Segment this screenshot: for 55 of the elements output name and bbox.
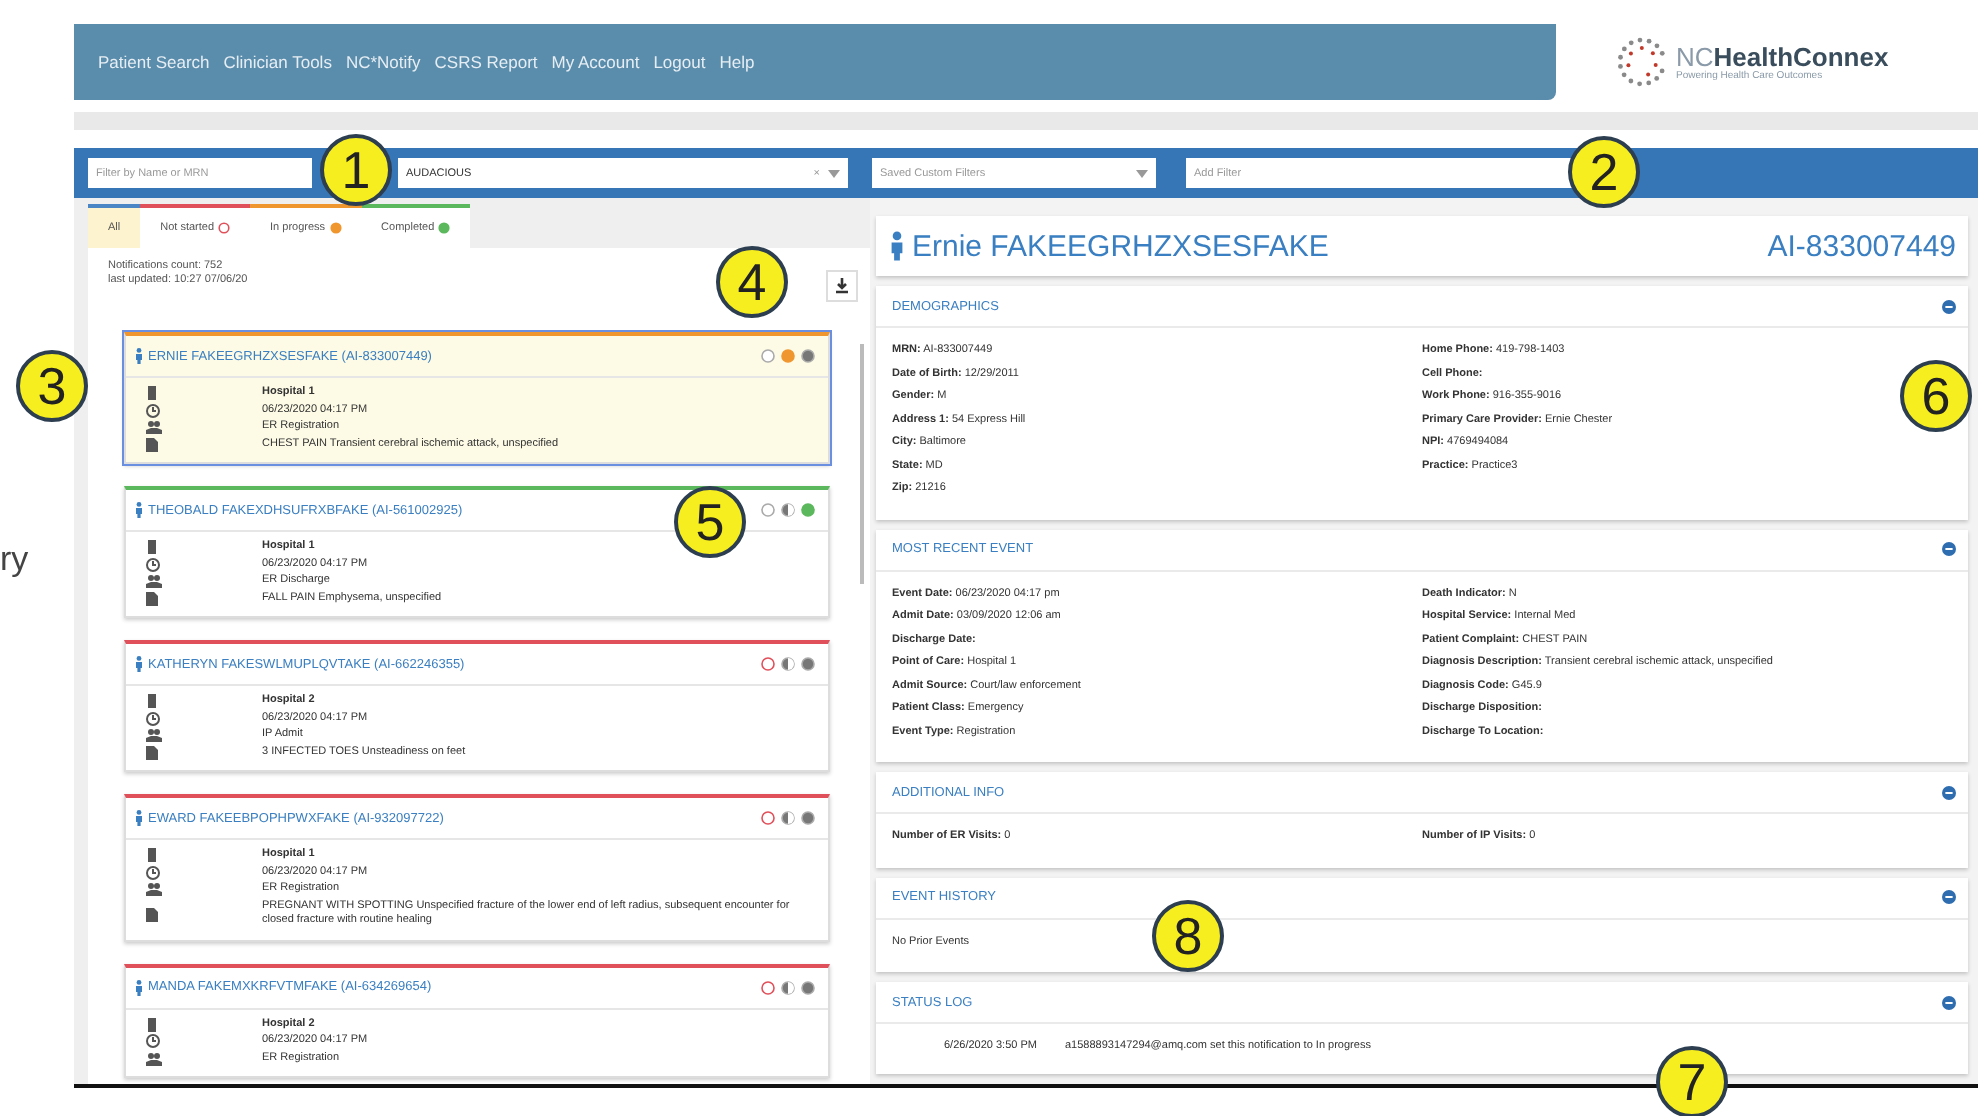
clock-icon (146, 403, 160, 418)
nav-link[interactable]: My Account (551, 52, 640, 72)
building-icon (146, 540, 158, 555)
notification-card[interactable] (124, 794, 830, 941)
clock-icon (146, 711, 160, 726)
person-icon (134, 810, 144, 826)
person-icon (134, 979, 144, 995)
download-button[interactable] (826, 270, 858, 302)
building-icon (146, 1017, 158, 1032)
collapse-icon[interactable] (1942, 995, 1956, 1009)
slide-text-fragment: ry (0, 540, 29, 580)
status-icons[interactable] (760, 656, 820, 672)
document-icon (146, 591, 158, 606)
dropdown-caret-icon (828, 169, 840, 177)
document-icon (146, 745, 158, 760)
people-icon (146, 882, 162, 897)
building-icon (146, 848, 158, 863)
nav-link[interactable]: Clinician Tools (223, 52, 332, 72)
person-icon (134, 502, 144, 518)
status-icons[interactable] (760, 502, 820, 518)
status-icons[interactable] (760, 979, 820, 995)
document-icon (146, 437, 158, 452)
people-icon (146, 728, 162, 743)
clock-icon (146, 1034, 160, 1049)
building-icon (146, 694, 158, 709)
status-dot-icon (438, 222, 451, 234)
building-icon (146, 386, 158, 401)
collapse-icon[interactable] (1942, 785, 1956, 799)
person-icon (134, 348, 144, 364)
patient-id: AI-833007449 (1767, 229, 1956, 263)
collapse-icon[interactable] (1942, 299, 1956, 313)
nav-link[interactable]: Help (719, 52, 755, 72)
callout-number: 3 (16, 350, 88, 422)
patient-name: Ernie FAKEEGRHZXSESFAKE (888, 229, 1329, 263)
people-icon (146, 574, 162, 589)
status-dot-icon (329, 222, 342, 234)
logo-wordmark: NCHealthConnex (1676, 42, 1889, 72)
person-icon (134, 656, 144, 672)
nav-link[interactable]: CSRS Report (434, 52, 538, 72)
collapse-icon[interactable] (1942, 890, 1956, 904)
document-icon (146, 907, 158, 921)
status-icons[interactable] (760, 348, 820, 364)
person-icon (888, 230, 906, 262)
nav-link[interactable]: Patient Search (98, 52, 210, 72)
nav-link[interactable]: NC*Notify (345, 52, 421, 72)
people-icon (146, 420, 162, 435)
download-icon (834, 278, 850, 294)
nav-link[interactable]: Logout (653, 52, 706, 72)
collapse-icon[interactable] (1942, 542, 1956, 556)
status-icons[interactable] (760, 810, 820, 826)
dropdown-caret-icon (1136, 169, 1148, 177)
clock-icon (146, 865, 160, 880)
status-dot-icon (218, 222, 231, 234)
clock-icon (146, 557, 160, 572)
people-icon (146, 1051, 162, 1066)
